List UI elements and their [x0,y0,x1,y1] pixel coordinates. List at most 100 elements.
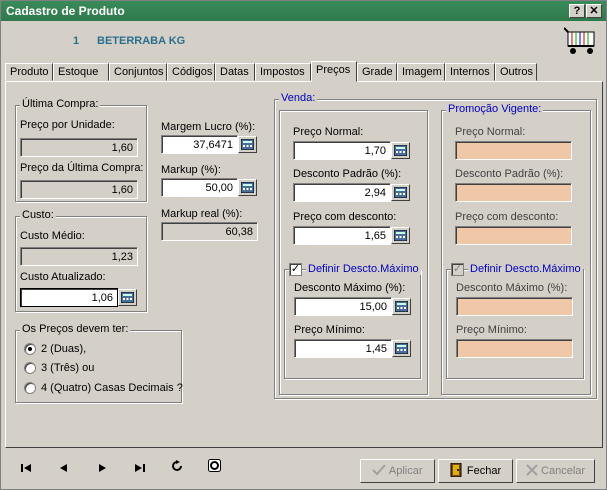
margem-lucro-input[interactable]: 37,6471 [161,135,238,154]
record-button[interactable] [204,459,224,479]
custo-atualizado-input[interactable]: 1,06 [20,288,118,307]
calculator-icon [395,301,408,312]
calculator-button[interactable] [238,136,257,153]
radio-duas[interactable] [24,343,36,355]
custo-group: Custo: Custo Médio: 1,23 Custo Atualizad… [15,209,147,312]
product-header: 1 BETERRABA KG [1,22,606,60]
ultima-compra-title: Última Compra: [20,98,101,110]
first-icon [21,464,31,472]
calculator-button[interactable] [392,298,411,315]
definir-descto-label: Definir Descto.Máximo [306,263,421,275]
tab-impostos[interactable]: Impostos [255,63,311,81]
radio-quatro[interactable] [24,382,36,394]
calculator-button[interactable] [391,142,410,159]
promo-preco-minimo-label: Preço Mínimo: [456,324,527,336]
promocao-title: Promoção Vigente: [446,103,544,115]
casas-decimais-title: Os Preços devem ter: [20,323,131,335]
next-icon [99,464,106,472]
shopping-cart-icon [564,27,595,54]
promo-desconto-max-field [456,297,573,316]
tab-internos[interactable]: Internos [445,63,495,81]
close-button[interactable]: ✕ [586,4,602,18]
door-icon [450,462,462,478]
product-window: Cadastro de Produto ? ✕ 1 BETERRABA KG P… [0,0,607,490]
radio-tres-label: 3 (Três) ou [41,362,95,374]
casas-decimais-group: Os Preços devem ter: 2 (Duas), 3 (Três) … [15,323,183,403]
first-record-button[interactable] [16,459,36,479]
calculator-icon [121,292,134,303]
last-record-button[interactable] [130,459,150,479]
promo-definir-descto-label: Definir Descto.Máximo [468,263,583,275]
tab-produto[interactable]: Produto [5,63,53,81]
help-button[interactable]: ? [569,4,585,18]
calculator-icon [394,230,407,241]
tab-precos[interactable]: Preços [311,61,357,82]
refresh-icon [172,460,182,471]
preco-minimo-label: Preço Mínimo: [294,324,365,336]
promo-preco-desconto-label: Preço com desconto: [455,211,559,223]
tab-datas[interactable]: Datas [215,63,255,81]
aplicar-button[interactable]: Aplicar [360,459,435,483]
markup-input[interactable]: 50,00 [161,178,238,197]
product-number: 1 [73,35,80,47]
custo-atualizado-label: Custo Atualizado: [20,271,106,283]
prev-record-button[interactable] [54,459,74,479]
definir-descto-checkbox[interactable]: ✓ [289,263,302,276]
desconto-padrao-input[interactable]: 2,94 [293,183,391,202]
last-icon [135,464,145,472]
calculator-button[interactable] [392,340,411,357]
tab-codigos[interactable]: Códigos [167,63,215,81]
product-name: BETERRABA KG [97,35,186,47]
fechar-label: Fechar [466,465,502,477]
calculator-button[interactable] [238,179,257,196]
promo-preco-normal-field [455,141,572,160]
calculator-icon [394,145,407,156]
calculator-icon [241,182,254,193]
calculator-icon [394,187,407,198]
preco-normal-input[interactable]: 1,70 [293,141,391,160]
radio-duas-label: 2 (Duas), [41,343,87,355]
preco-unidade-label: Preço por Unidade: [20,119,115,131]
promocao-group: Promoção Vigente: Preço Normal: Desconto… [441,103,591,395]
title-bar: Cadastro de Produto ? ✕ [1,1,606,21]
radio-tres[interactable] [24,362,36,374]
calculator-button[interactable] [391,184,410,201]
promo-desconto-max-label: Desconto Máximo (%): [456,282,568,294]
cancelar-button[interactable]: Cancelar [516,459,595,483]
preco-desconto-label: Preço com desconto: [293,211,397,223]
markup-real-field: 60,38 [161,222,258,241]
desconto-max-input[interactable]: 15,00 [294,297,392,316]
preco-normal-label: Preço Normal: [293,126,364,138]
calculator-button[interactable] [118,289,137,306]
preco-minimo-input[interactable]: 1,45 [294,339,392,358]
promo-desconto-padrao-label: Desconto Padrão (%): [455,168,564,180]
prev-icon [60,464,67,472]
precos-panel: Última Compra: Preço por Unidade: 1,60 P… [5,81,603,448]
record-icon [207,459,221,472]
markup-real-label: Markup real (%): [161,208,243,220]
promo-preco-desconto-field [455,226,572,245]
apply-icon [372,464,387,476]
fechar-button[interactable]: Fechar [438,459,513,483]
tab-conjuntos[interactable]: Conjuntos [109,63,167,81]
preco-ultima-field: 1,60 [20,180,138,199]
refresh-button[interactable] [167,459,187,479]
preco-unidade-field: 1,60 [20,138,138,157]
calculator-icon [241,139,254,150]
margem-lucro-label: Margem Lucro (%): [161,121,256,133]
tab-estoque[interactable]: Estoque [53,63,109,81]
promo-definir-descto-checkbox: ✓ [451,263,464,276]
tab-grade[interactable]: Grade [357,63,397,81]
venda-title: Venda: [279,92,318,104]
cancel-icon [526,464,538,476]
tab-outros[interactable]: Outros [495,63,537,81]
markup-label: Markup (%): [161,164,221,176]
next-record-button[interactable] [92,459,112,479]
descto-maximo-group: ✓ Definir Descto.Máximo Desconto Máximo … [284,263,421,379]
tab-imagem[interactable]: Imagem [397,63,445,81]
calculator-button[interactable] [391,227,410,244]
custo-medio-label: Custo Médio: [20,230,85,242]
preco-desconto-input[interactable]: 1,65 [293,226,391,245]
venda-group: Venda: Preço Normal: 1,70 Desconto Padrã… [274,92,597,399]
cancelar-label: Cancelar [541,465,586,477]
